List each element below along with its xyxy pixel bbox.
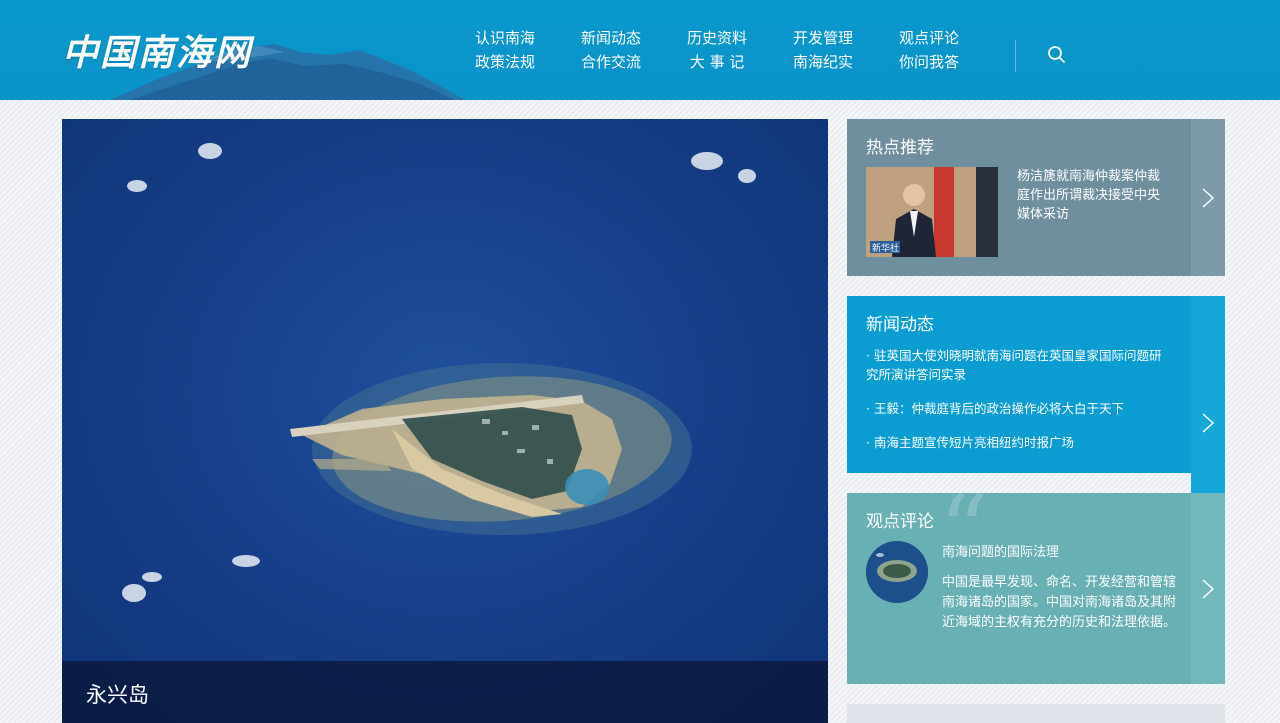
nav-item-wenda[interactable]: 你问我答 <box>894 50 964 74</box>
news-list-item[interactable]: · 驻英国大使刘晓明就南海问题在英国皇家国际问题研究所演讲答问实录 <box>866 346 1166 384</box>
news-list-item[interactable]: · 王毅：仲裁庭背后的政治操作必将大白于天下 <box>866 399 1166 418</box>
news-next-arrow[interactable] <box>1191 296 1225 493</box>
nav-item-jishi[interactable]: 南海纪实 <box>788 50 858 74</box>
nav-column: 新闻动态 合作交流 <box>576 26 646 74</box>
nav-item-hezuo[interactable]: 合作交流 <box>576 50 646 74</box>
nav-divider <box>1015 40 1016 72</box>
hero-caption-bar: 永兴岛 <box>62 661 828 723</box>
nav-column: 历史资料 大 事 记 <box>682 26 752 74</box>
nav-column: 观点评论 你问我答 <box>894 26 964 74</box>
chevron-right-icon <box>1202 187 1215 208</box>
hot-recommend-panel: 热点推荐 新华社 杨洁篪就南海仲裁案仲裁庭作出所谓裁决接受中央媒体采访 <box>847 119 1225 276</box>
nav-item-lishi[interactable]: 历史资料 <box>682 26 752 50</box>
hot-headline[interactable]: 杨洁篪就南海仲裁案仲裁庭作出所谓裁决接受中央媒体采访 <box>1017 167 1167 224</box>
hero-caption[interactable]: 永兴岛 <box>86 679 149 709</box>
hot-thumbnail[interactable]: 新华社 <box>866 167 998 257</box>
thumb-watermark: 新华社 <box>872 244 900 254</box>
opinion-summary: 中国是最早发现、命名、开发经营和管辖南海诸岛的国家。中国对南海诸岛及其附近海域的… <box>942 575 1177 630</box>
quote-mark-icon: “ <box>939 493 989 587</box>
hot-panel-title: 热点推荐 <box>866 138 934 158</box>
site-header: 中国南海网 认识南海 政策法规 新闻动态 合作交流 历史资料 大 事 记 开发管… <box>0 0 1280 100</box>
nav-column: 开发管理 南海纪实 <box>788 26 858 74</box>
news-panel: 新闻动态 · 驻英国大使刘晓明就南海问题在英国皇家国际问题研究所演讲答问实录 ·… <box>847 296 1225 473</box>
nav-item-renshi[interactable]: 认识南海 <box>470 26 540 50</box>
opinion-next-arrow[interactable] <box>1191 493 1225 684</box>
nav-item-dashiji[interactable]: 大 事 记 <box>682 50 752 74</box>
opinion-panel-title: 观点评论 <box>866 512 934 532</box>
nav-item-zhengce[interactable]: 政策法规 <box>470 50 540 74</box>
search-icon[interactable] <box>1046 44 1068 66</box>
nav-item-xinwen[interactable]: 新闻动态 <box>576 26 646 50</box>
site-logo[interactable]: 中国南海网 <box>62 24 252 76</box>
hot-next-arrow[interactable] <box>1191 119 1225 276</box>
opinion-panel: “ 观点评论 南海问题的国际法理 中国是最早发现、命名、开发经营和管辖南海诸岛的… <box>847 493 1225 684</box>
news-list: · 驻英国大使刘晓明就南海问题在英国皇家国际问题研究所演讲答问实录 · 王毅：仲… <box>866 346 1166 467</box>
main-nav: 认识南海 政策法规 新闻动态 合作交流 历史资料 大 事 记 开发管理 南海纪实… <box>470 26 970 78</box>
nav-column: 认识南海 政策法规 <box>470 26 540 74</box>
chevron-right-icon <box>1202 578 1215 599</box>
island-photo <box>122 143 756 602</box>
next-panel-partial <box>847 704 1225 723</box>
hero-image[interactable]: 永兴岛 <box>62 119 828 723</box>
opinion-headline[interactable]: 南海问题的国际法理 <box>942 541 1059 560</box>
news-list-item[interactable]: · 南海主题宣传短片亮相纽约时报广场 <box>866 433 1166 452</box>
nav-item-kaifa[interactable]: 开发管理 <box>788 26 858 50</box>
news-panel-title: 新闻动态 <box>866 315 934 335</box>
nav-item-guandian[interactable]: 观点评论 <box>894 26 964 50</box>
opinion-thumbnail[interactable] <box>866 541 928 603</box>
chevron-right-icon <box>1202 413 1215 433</box>
